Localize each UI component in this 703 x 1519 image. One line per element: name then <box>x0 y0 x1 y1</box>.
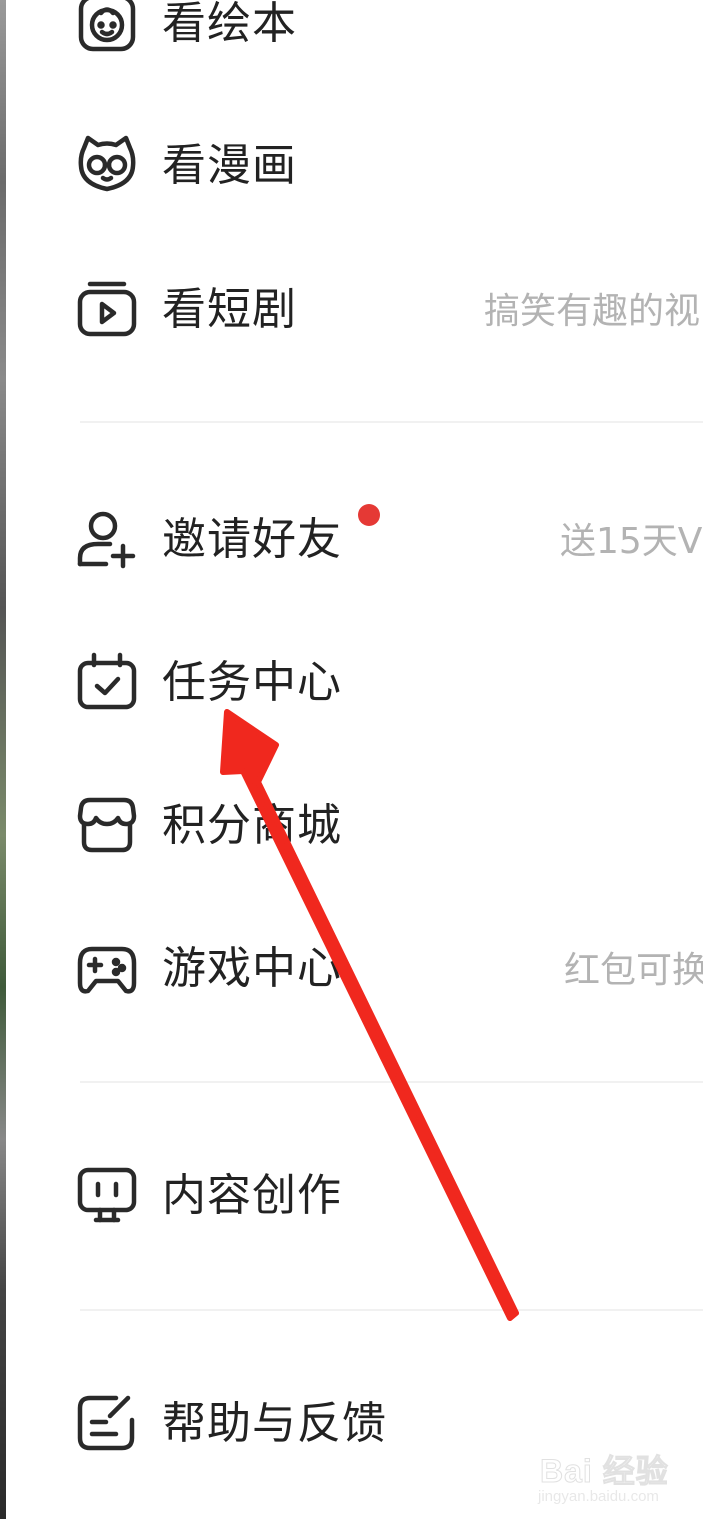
content-creation-monitor-icon <box>76 1164 138 1226</box>
menu-item-task-center[interactable]: 任务中心 <box>0 627 703 737</box>
menu-item-label: 积分商城 <box>162 800 342 851</box>
menu-item-short-drama[interactable]: 看短剧 搞笑有趣的视 <box>0 254 703 364</box>
new-badge-dot <box>358 504 380 526</box>
menu-item-label: 看漫画 <box>162 140 297 191</box>
side-menu-screen: 看绘本 看漫画 看短剧 搞笑有趣的视 邀请好友 送15天V 任务中心 积分商城 … <box>0 0 703 1519</box>
menu-item-content-creation[interactable]: 内容创作 <box>0 1140 703 1250</box>
menu-item-label: 看短剧 <box>162 284 297 335</box>
help-feedback-edit-icon <box>76 1392 138 1454</box>
menu-item-label: 帮助与反馈 <box>162 1398 387 1449</box>
watermark-brand: Bai 经验 <box>540 1453 669 1490</box>
invite-friend-user-plus-icon <box>76 508 138 570</box>
short-drama-play-icon <box>76 278 138 340</box>
task-calendar-check-icon <box>76 651 138 713</box>
menu-item-label: 任务中心 <box>162 657 342 708</box>
background-page-edge <box>0 0 6 1519</box>
menu-item-label: 看绘本 <box>162 0 297 49</box>
menu-item-picture-books[interactable]: 看绘本 <box>0 0 703 78</box>
menu-item-invite-friends[interactable]: 邀请好友 送15天V <box>0 484 703 594</box>
menu-item-game-center[interactable]: 游戏中心 红包可换 <box>0 913 703 1023</box>
menu-item-points-mall[interactable]: 积分商城 <box>0 770 703 880</box>
section-divider <box>80 421 703 423</box>
gamepad-icon <box>76 937 138 999</box>
section-divider <box>80 1309 703 1311</box>
menu-item-subtitle: 搞笑有趣的视 <box>484 291 701 332</box>
menu-item-subtitle: 送15天V <box>560 521 703 562</box>
menu-item-comics[interactable]: 看漫画 <box>0 110 703 220</box>
menu-item-label: 内容创作 <box>162 1170 342 1221</box>
picture-book-face-icon <box>76 0 138 54</box>
menu-item-label: 游戏中心 <box>162 943 342 994</box>
menu-item-label: 邀请好友 <box>162 514 342 565</box>
annotation-arrow <box>220 709 519 1321</box>
points-mall-store-icon <box>76 794 138 856</box>
baidu-jingyan-watermark: Bai 经验 jingyan.baidu.com <box>532 1438 682 1510</box>
menu-item-subtitle: 红包可换 <box>564 950 703 991</box>
comic-cat-glasses-icon <box>76 134 138 196</box>
section-divider <box>80 1081 703 1083</box>
watermark-url: jingyan.baidu.com <box>538 1488 659 1505</box>
